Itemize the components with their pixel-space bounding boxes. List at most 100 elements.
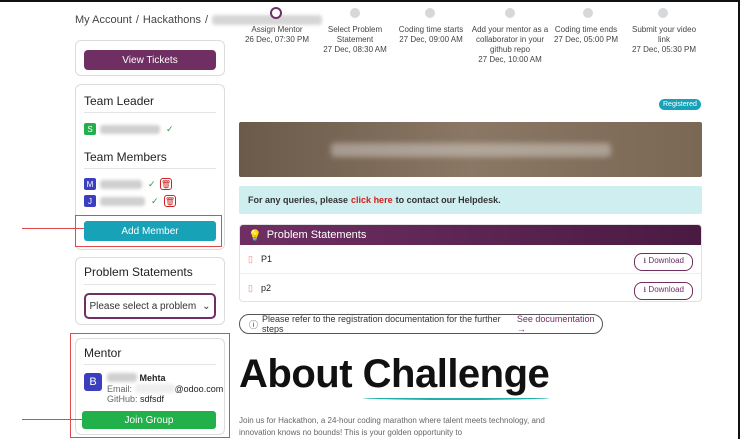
download-label: Download (648, 285, 684, 294)
download-icon: ⭳ (643, 285, 647, 294)
divider (84, 112, 216, 113)
timeline-dot (425, 8, 435, 18)
member-avatar: J (84, 195, 96, 207)
arrow-right-icon: → (516, 324, 526, 334)
member-avatar: M (84, 178, 96, 190)
timeline-step: Coding time starts 27 Dec, 09:00 AM (396, 25, 466, 45)
helpdesk-link[interactable]: click here (351, 195, 393, 205)
timeline-step-date: 27 Dec, 10:00 AM (478, 55, 542, 64)
info-text: to contact our Helpdesk. (395, 195, 501, 205)
mentor-firstname-redacted (107, 373, 137, 382)
timeline-step-title: Coding time ends (554, 25, 618, 34)
challenge-underline (362, 396, 550, 400)
documentation-notice: ⓘ Please refer to the registration docum… (239, 314, 603, 334)
timeline-step-date: 27 Dec, 05:30 PM (631, 45, 697, 54)
download-button[interactable]: ⭳ Download (634, 282, 693, 300)
problem-name: P1 (260, 254, 272, 264)
timeline-dot (505, 8, 515, 18)
info-icon: ⓘ (249, 319, 259, 330)
leader-avatar: S (84, 123, 96, 135)
problem-statements-header: 💡 Problem Statements (240, 225, 701, 245)
mentor-name: Mehta (139, 373, 166, 383)
breadcrumb-separator: / (205, 14, 209, 26)
mentor-email-label: Email: (107, 384, 133, 394)
hackathon-banner (239, 122, 702, 177)
notice-text: Please refer to the registration documen… (262, 314, 501, 334)
problem-name: p2 (260, 283, 271, 293)
timeline-step-title: Add your mentor as a collaborator in you… (471, 25, 549, 54)
problem-row: ▯ P1 ⭳ Download (240, 245, 701, 274)
divider (84, 284, 216, 285)
see-documentation-label: See documentation (516, 314, 595, 324)
mentor-github: sdfsdf (140, 394, 165, 404)
download-button[interactable]: ⭳ Download (634, 253, 693, 271)
status-badge: Registered (659, 99, 701, 110)
divider (84, 168, 216, 169)
file-icon: ▯ (248, 282, 253, 293)
timeline-dot (658, 8, 668, 18)
timeline-step: Assign Mentor 26 Dec, 07:30 PM (244, 25, 310, 45)
timeline-step: Coding time ends 27 Dec, 05:00 PM (552, 25, 620, 45)
timeline-step-date: 27 Dec, 08:30 AM (323, 45, 387, 54)
verified-check-icon: ✓ (151, 196, 159, 206)
breadcrumb-current-redacted (212, 15, 323, 25)
member-name-redacted (100, 197, 145, 206)
banner-title-redacted (330, 142, 611, 157)
helpdesk-info-bar: For any queries, please click here to co… (239, 186, 702, 214)
timeline-step-title: Coding time starts (398, 25, 464, 34)
challenge-word: Challenge (362, 352, 550, 400)
problem-statements-heading: Problem Statements (84, 265, 193, 279)
mentor-github-label: GitHub: (107, 394, 138, 404)
member-name-redacted (100, 180, 142, 189)
about-description: Join us for Hackathon, a 24-hour coding … (239, 416, 545, 437)
about-word: About (239, 352, 353, 396)
challenge-text: Challenge (362, 352, 550, 396)
verified-check-icon: ✓ (148, 179, 156, 189)
file-icon: ▯ (248, 253, 253, 264)
mentor-details: Mehta Email: @odoo.com GitHub: sdfsdf (107, 372, 223, 404)
mentor-heading: Mentor (84, 346, 122, 360)
download-label: Download (648, 256, 684, 265)
timeline-step-date: 27 Dec, 09:00 AM (399, 35, 463, 44)
breadcrumb-hackathons[interactable]: Hackathons (143, 14, 201, 26)
team-members-heading: Team Members (84, 150, 167, 164)
problem-statements-panel: 💡 Problem Statements ▯ P1 ⭳ Download ▯ p… (239, 224, 702, 302)
timeline-dot (583, 8, 593, 18)
mentor-email: @odoo.com (174, 384, 224, 394)
timeline-step-title: Assign Mentor (251, 25, 303, 34)
timeline-step: Select Problem Statement 27 Dec, 08:30 A… (320, 25, 390, 55)
timeline-dot-active (270, 7, 282, 19)
chevron-down-icon: ⌄ (202, 300, 211, 312)
problem-select[interactable]: Please select a problem ⌄ (84, 293, 216, 319)
annotation-arrow (22, 419, 88, 420)
timeline-step: Add your mentor as a collaborator in you… (467, 25, 553, 65)
breadcrumb-my-account[interactable]: My Account (75, 14, 132, 26)
view-tickets-button[interactable]: View Tickets (84, 50, 216, 70)
timeline-step-date: 27 Dec, 05:00 PM (553, 35, 619, 44)
timeline-step: Submit your video link 27 Dec, 05:30 PM (626, 25, 702, 55)
timeline-step-title: Submit your video link (631, 25, 697, 44)
timeline-dot (350, 8, 360, 18)
team-leader-heading: Team Leader (84, 94, 155, 108)
mentor-avatar: B (84, 373, 102, 391)
add-member-button[interactable]: Add Member (84, 221, 216, 241)
breadcrumb-separator: / (135, 14, 139, 26)
join-group-button[interactable]: Join Group (82, 411, 216, 429)
leader-name-redacted (100, 125, 160, 134)
about-heading: About Challenge (239, 352, 550, 400)
problem-select-value: Please select a problem (89, 300, 197, 312)
timeline-step-title: Select Problem Statement (327, 25, 383, 44)
see-documentation-link[interactable]: See documentation → (517, 314, 602, 334)
divider (84, 364, 216, 365)
info-text: For any queries, please (248, 195, 349, 205)
annotation-arrow (22, 228, 90, 229)
download-icon: ⭳ (643, 256, 647, 265)
remove-member-trash-icon[interactable]: 🗑 (160, 178, 172, 190)
timeline-step-date: 26 Dec, 07:30 PM (244, 35, 310, 44)
verified-check-icon: ✓ (166, 124, 174, 134)
lightbulb-icon: 💡 (248, 229, 262, 242)
problem-statements-title: Problem Statements (266, 229, 367, 241)
remove-member-trash-icon[interactable]: 🗑 (164, 195, 176, 207)
problem-row: ▯ p2 ⭳ Download (240, 274, 701, 301)
mentor-email-redacted (134, 384, 175, 393)
